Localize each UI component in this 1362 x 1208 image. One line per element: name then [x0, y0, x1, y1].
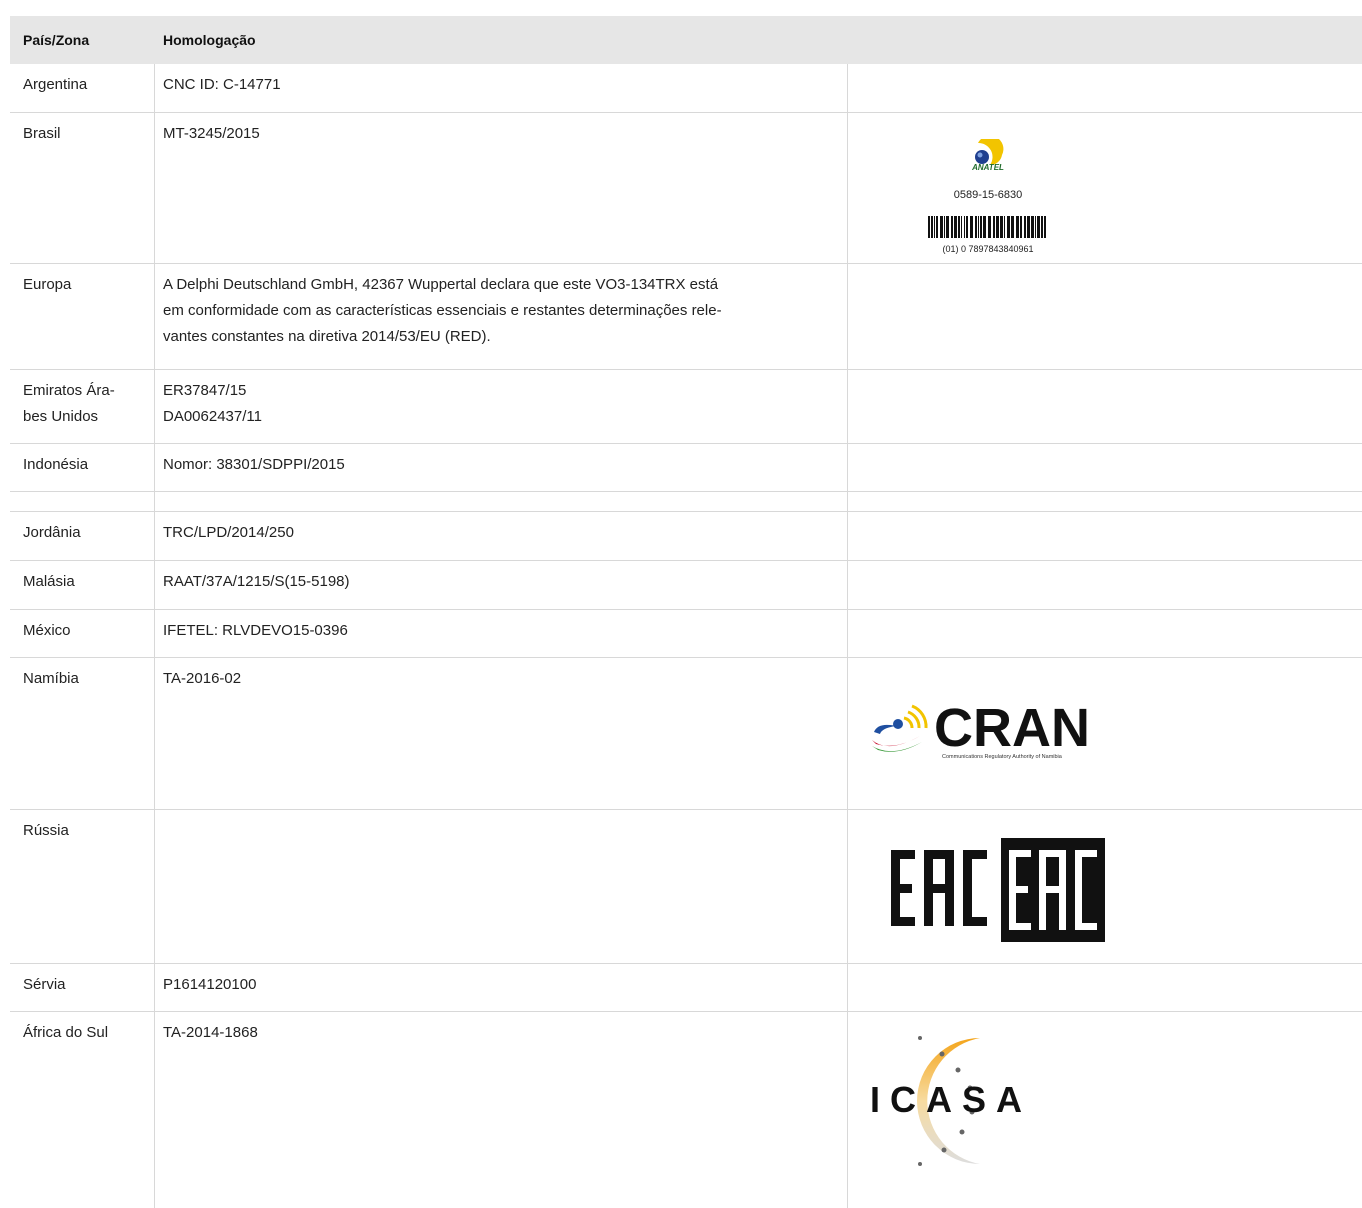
barcode-bar [944, 216, 945, 238]
table-row: Jordânia TRC/LPD/2014/250 [10, 512, 1362, 561]
barcode-bar [1016, 216, 1019, 238]
country-cell: África do Sul [23, 1024, 109, 1041]
barcode-bar [1031, 216, 1034, 238]
country-cell: Namíbia [23, 670, 79, 687]
barcode-bar [961, 216, 962, 238]
barcode-bar [964, 216, 965, 238]
table-row: Europa A Delphi Deutschland GmbH, 42367 … [10, 264, 1362, 370]
barcode-bar [936, 216, 938, 238]
table-row: México IFETEL: RLVDEVO15-0396 [10, 610, 1362, 658]
header-homologation: Homologação [163, 32, 256, 48]
table-row: Emiratos Ára- bes Unidos ER37847/15 DA00… [10, 370, 1362, 444]
homologation-cell: IFETEL: RLVDEVO15-0396 [163, 622, 348, 639]
homologation-cell: ER37847/15 DA0062437/11 [163, 382, 262, 425]
barcode-bar [940, 216, 943, 238]
cran-name: CRAN [934, 698, 1090, 758]
table-row: Namíbia TA-2016-02 CRAN Communications R… [10, 658, 1362, 810]
barcode-bar [1020, 216, 1022, 238]
eac-logo-filled [1001, 838, 1105, 942]
eac-logo-outline [891, 850, 987, 926]
barcode-image [928, 216, 1046, 238]
anatel-name: ANATEL [971, 163, 1004, 171]
barcode-bar [946, 216, 949, 238]
homologation-cell: CNC ID: C-14771 [163, 76, 281, 93]
logo-cell: ICASA [858, 1012, 1362, 1208]
table-header: País/Zona Homologação [10, 16, 1362, 64]
table-row-empty [10, 492, 1362, 512]
barcode-bar [1004, 216, 1005, 238]
barcode-bar [934, 216, 935, 238]
country-cell: Brasil [23, 125, 61, 142]
barcode-bar [928, 216, 930, 238]
homologation-cell: Nomor: 38301/SDPPI/2015 [163, 456, 345, 473]
anatel-emblem-icon: ANATEL [971, 135, 1004, 172]
logo-cell: ANATEL 0589-15-6830 (01) 0 7897843840961 [858, 113, 1362, 263]
homologation-cell: RAAT/37A/1215/S(15-5198) [163, 573, 350, 590]
homologation-cell: TRC/LPD/2014/250 [163, 524, 294, 541]
table-row: Malásia RAAT/37A/1215/S(15-5198) [10, 561, 1362, 610]
homologation-cell: MT-3245/2015 [163, 125, 260, 142]
table-row: Sérvia P1614120100 [10, 964, 1362, 1012]
barcode-bar [993, 216, 995, 238]
barcode-number: (01) 0 7897843840961 [942, 244, 1034, 254]
homologation-table: País/Zona Homologação Argentina CNC ID: … [10, 16, 1362, 1208]
country-cell: Jordânia [23, 524, 81, 541]
icasa-logo: ICASA [870, 1036, 1032, 1166]
country-cell: Sérvia [23, 976, 66, 993]
barcode-bar [975, 216, 977, 238]
barcode-bar [1041, 216, 1043, 238]
barcode-bar [1000, 216, 1003, 238]
country-cell: Argentina [23, 76, 88, 93]
barcode-bar [958, 216, 960, 238]
logo-cell: CRAN Communications Regulatory Authority… [858, 658, 1362, 809]
eac-marks [891, 838, 1105, 942]
barcode-bar [996, 216, 999, 238]
table-row: Argentina CNC ID: C-14771 [10, 64, 1362, 113]
cran-subtitle: Communications Regulatory Authority of N… [942, 754, 1063, 760]
barcode-bar [966, 216, 968, 238]
homologation-cell: P1614120100 [163, 976, 257, 993]
icasa-name: ICASA [870, 1079, 1032, 1120]
barcode-bar [1007, 216, 1010, 238]
barcode-bar [1027, 216, 1030, 238]
country-cell: Rússia [23, 822, 69, 839]
country-cell: Europa [23, 276, 72, 293]
barcode-bar [1037, 216, 1040, 238]
cran-logo: CRAN Communications Regulatory Authority… [872, 698, 1090, 760]
barcode-bar [983, 216, 986, 238]
country-cell: Malásia [23, 573, 75, 590]
homologation-cell: A Delphi Deutschland GmbH, 42367 Wuppert… [163, 276, 722, 345]
anatel-logo: ANATEL 0589-15-6830 (01) 0 7897843840961 [923, 135, 1053, 262]
barcode-bar [978, 216, 979, 238]
header-country: País/Zona [23, 32, 90, 48]
anatel-number: 0589-15-6830 [953, 189, 1023, 201]
barcode-bar [954, 216, 957, 238]
table-row: Rússia [10, 810, 1362, 964]
barcode-bar [980, 216, 982, 238]
barcode-bar [1024, 216, 1026, 238]
country-cell: Emiratos Ára- bes Unidos [23, 382, 115, 425]
table-row: Brasil MT-3245/2015 ANATEL 0589-15-6830 … [10, 113, 1362, 264]
country-cell: Indonésia [23, 456, 89, 473]
homologation-cell: TA-2014-1868 [163, 1024, 258, 1041]
table-row: África do Sul TA-2014-1868 ICASA [10, 1012, 1362, 1208]
table-row: Indonésia Nomor: 38301/SDPPI/2015 [10, 444, 1362, 492]
barcode-bar [970, 216, 973, 238]
logo-cell [858, 810, 1362, 963]
barcode-bar [1011, 216, 1014, 238]
barcode-bar [988, 216, 991, 238]
country-cell: México [23, 622, 71, 639]
barcode-bar [1035, 216, 1036, 238]
homologation-cell: TA-2016-02 [163, 670, 242, 687]
barcode-bar [1044, 216, 1046, 238]
barcode-bar [951, 216, 953, 238]
barcode-bar [931, 216, 933, 238]
